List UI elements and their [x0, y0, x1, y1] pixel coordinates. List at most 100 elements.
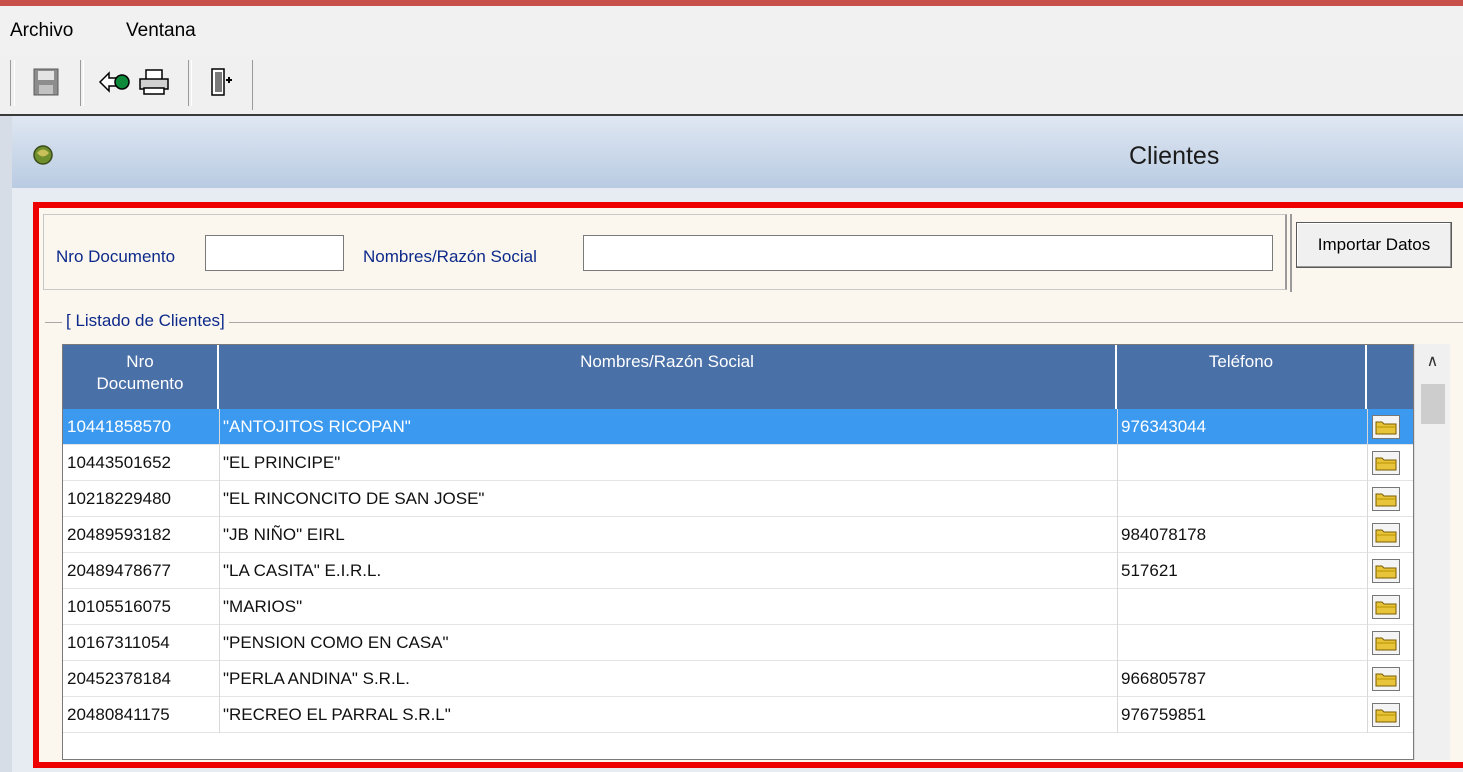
menu-archivo[interactable]: Archivo [10, 20, 73, 42]
column-header-name[interactable]: Nombres/Razón Social [219, 345, 1117, 409]
open-client-button[interactable] [1371, 520, 1401, 550]
column-separator [1117, 517, 1118, 553]
cell-phone: 984078178 [1121, 525, 1207, 544]
window-titlebar[interactable]: Clientes [12, 116, 1463, 188]
menu-bar: Archivo Ventana [0, 6, 1463, 56]
table-row[interactable]: 10218229480 "EL RINCONCITO DE SAN JOSE" [63, 481, 1413, 517]
import-data-button[interactable]: Importar Datos [1296, 222, 1452, 268]
column-separator [219, 409, 220, 445]
column-separator [1367, 445, 1368, 481]
column-separator [1367, 589, 1368, 625]
cell-business-name: "ANTOJITOS RICOPAN" [223, 417, 411, 436]
open-client-button[interactable] [1371, 412, 1401, 442]
folder-icon [1372, 451, 1400, 475]
column-separator [219, 625, 220, 661]
exit-icon [211, 68, 232, 96]
column-separator [219, 661, 220, 697]
cell-doc-number: 20489593182 [67, 525, 172, 544]
print-button[interactable] [136, 64, 172, 100]
doc-number-label: Nro Documento [56, 247, 176, 266]
column-separator [1367, 481, 1368, 517]
table-row[interactable]: 10441858570 "ANTOJITOS RICOPAN" 976343044 [63, 409, 1413, 445]
toolbar-grip[interactable] [10, 60, 15, 106]
column-separator [1117, 409, 1118, 445]
column-separator [1367, 409, 1368, 445]
column-separator [1117, 553, 1118, 589]
table-row[interactable]: 10105516075 "MARIOS" [63, 589, 1413, 625]
column-header-doc[interactable]: Nro Documento [63, 345, 219, 409]
cell-doc-number: 10105516075 [67, 597, 172, 616]
scroll-thumb[interactable] [1421, 384, 1445, 424]
column-separator [1367, 697, 1368, 733]
toolbar [0, 56, 1463, 116]
menu-ventana[interactable]: Ventana [126, 20, 196, 42]
cell-business-name: "JB NIÑO" EIRL [223, 525, 345, 544]
cell-phone [1117, 481, 1367, 517]
doc-number-input[interactable] [205, 235, 344, 271]
open-client-button[interactable] [1371, 700, 1401, 730]
client-list-legend: [ Listado de Clientes] [62, 311, 229, 331]
back-icon [98, 71, 130, 93]
folder-icon [1372, 559, 1400, 583]
panel-divider [1290, 214, 1292, 292]
open-client-button[interactable] [1371, 628, 1401, 658]
column-separator [1117, 625, 1118, 661]
cell-phone: 976343044 [1121, 417, 1207, 436]
column-separator [1117, 697, 1118, 733]
business-name-input[interactable] [583, 235, 1273, 271]
app-icon [33, 145, 53, 165]
column-separator [1367, 625, 1368, 661]
cell-business-name: "PERLA ANDINA" S.R.L. [223, 669, 410, 688]
exit-button[interactable] [204, 64, 240, 100]
cell-phone: 976759851 [1121, 705, 1207, 724]
open-client-button[interactable] [1371, 664, 1401, 694]
column-separator [1367, 553, 1368, 589]
column-separator [219, 517, 220, 553]
column-separator [219, 697, 220, 733]
column-header-doc-line2: Documento [96, 374, 184, 393]
cell-business-name: "EL PRINCIPE" [223, 453, 341, 472]
open-client-button[interactable] [1371, 556, 1401, 586]
table-row[interactable]: 20489593182 "JB NIÑO" EIRL 984078178 [63, 517, 1413, 553]
folder-icon [1372, 703, 1400, 727]
column-header-phone[interactable]: Teléfono [1117, 345, 1367, 409]
cell-phone: 966805787 [1121, 669, 1207, 688]
cell-phone: 517621 [1121, 561, 1178, 580]
back-button[interactable] [96, 64, 132, 100]
toolbar-separator [80, 60, 84, 106]
column-separator [1367, 661, 1368, 697]
table-header: Nro Documento Nombres/Razón Social Teléf… [63, 345, 1413, 409]
cell-business-name: "EL RINCONCITO DE SAN JOSE" [223, 489, 485, 508]
table-row[interactable]: 20452378184 "PERLA ANDINA" S.R.L. 96680578… [63, 661, 1413, 697]
cell-doc-number: 10441858570 [67, 417, 172, 436]
table-row[interactable]: 20480841175 "RECREO EL PARRAL S.R.L" 97675… [63, 697, 1413, 733]
folder-icon [1372, 667, 1400, 691]
toolbar-end [252, 60, 253, 110]
vertical-scrollbar[interactable]: ∧ [1414, 344, 1450, 760]
save-button[interactable] [28, 64, 64, 100]
open-client-button[interactable] [1371, 448, 1401, 478]
business-name-label: Nombres/Razón Social [363, 247, 537, 266]
table-row[interactable]: 20489478677 "LA CASITA" E.I.R.L. 517621 [63, 553, 1413, 589]
open-client-button[interactable] [1371, 592, 1401, 622]
column-separator [219, 589, 220, 625]
cell-business-name: "RECREO EL PARRAL S.R.L" [223, 705, 451, 724]
search-panel: Nro Documento Nombres/Razón Social [43, 214, 1287, 290]
save-icon [33, 68, 59, 96]
table-row[interactable]: 10443501652 "EL PRINCIPE" [63, 445, 1413, 481]
table-row[interactable]: 10167311054 "PENSION COMO EN CASA" [63, 625, 1413, 661]
open-client-button[interactable] [1371, 484, 1401, 514]
folder-icon [1372, 595, 1400, 619]
column-separator [219, 553, 220, 589]
window-title: Clientes [1129, 142, 1220, 170]
chevron-up-icon: ∧ [1426, 353, 1439, 370]
scroll-up-button[interactable]: ∧ [1415, 344, 1450, 378]
clients-table: Nro Documento Nombres/Razón Social Teléf… [62, 344, 1414, 760]
toolbar-separator [188, 60, 192, 106]
column-header-doc-line1: Nro [126, 352, 154, 371]
column-separator [1117, 661, 1118, 697]
mdi-left-edge [0, 116, 12, 772]
column-separator [219, 481, 220, 517]
column-separator [1117, 481, 1118, 517]
cell-doc-number: 20480841175 [67, 705, 170, 724]
